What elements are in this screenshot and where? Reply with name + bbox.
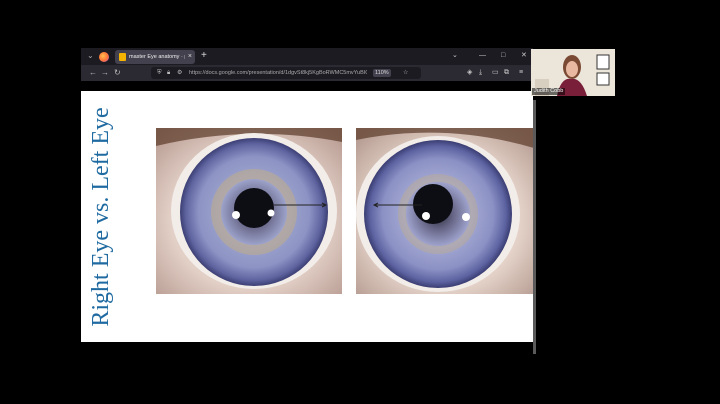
nav-bar: ← → ↻ ⛨ 🔒︎ ⚙ https://docs.google.com/pre… bbox=[81, 65, 533, 81]
slide-scrollbar[interactable] bbox=[533, 100, 536, 354]
pocket-icon[interactable]: ◈ bbox=[467, 68, 472, 78]
permissions-icon[interactable]: ⚙ bbox=[177, 68, 182, 78]
sidebar-icon[interactable]: ▭ bbox=[492, 68, 499, 78]
slides-favicon-icon bbox=[119, 53, 126, 61]
reload-icon[interactable]: ↻ bbox=[114, 68, 121, 78]
extensions-icon[interactable]: ⧉ bbox=[504, 68, 509, 78]
tab-list-icon[interactable]: ⌄ bbox=[452, 51, 458, 61]
close-icon[interactable]: ✕ bbox=[521, 51, 527, 61]
maximize-icon[interactable]: □ bbox=[501, 51, 505, 61]
tab-bar: ⌄ master Eye anatomy · promo... × + ⌄ — … bbox=[81, 48, 533, 65]
zoom-level[interactable]: 110% bbox=[373, 69, 391, 77]
menu-icon[interactable]: ≡ bbox=[519, 68, 523, 78]
participant-name: Judith Cobb bbox=[532, 88, 566, 95]
url-bar[interactable]: ⛨ 🔒︎ ⚙ https://docs.google.com/presentat… bbox=[151, 67, 421, 79]
tab-list-icon[interactable]: ⌄ bbox=[87, 51, 94, 61]
slide-title: Right Eye vs. Left Eye bbox=[88, 107, 114, 327]
left-eye-image bbox=[356, 128, 533, 294]
url-text[interactable]: https://docs.google.com/presentation/d/1… bbox=[189, 68, 367, 78]
minimize-icon[interactable]: — bbox=[479, 51, 486, 61]
forward-icon[interactable]: → bbox=[101, 68, 109, 78]
tab-close-icon[interactable]: × bbox=[188, 51, 192, 63]
back-icon[interactable]: ← bbox=[89, 68, 97, 78]
download-icon[interactable]: ⤓ bbox=[479, 68, 482, 78]
browser-tab[interactable]: master Eye anatomy · promo... × bbox=[115, 50, 195, 64]
bookmark-star-icon[interactable]: ☆ bbox=[403, 68, 408, 78]
presentation-slide: Right Eye vs. Left Eye bbox=[81, 91, 533, 342]
shield-icon[interactable]: ⛨ bbox=[157, 68, 162, 78]
lock-icon[interactable]: 🔒︎ bbox=[167, 68, 170, 78]
right-eye-image bbox=[156, 128, 342, 294]
new-tab-icon[interactable]: + bbox=[201, 49, 207, 63]
tab-title: master Eye anatomy · promo... bbox=[129, 54, 185, 60]
browser-window: ⌄ master Eye anatomy · promo... × + ⌄ — … bbox=[81, 48, 533, 353]
webcam-thumbnail: Judith Cobb bbox=[531, 49, 615, 96]
firefox-logo-icon bbox=[99, 52, 109, 62]
